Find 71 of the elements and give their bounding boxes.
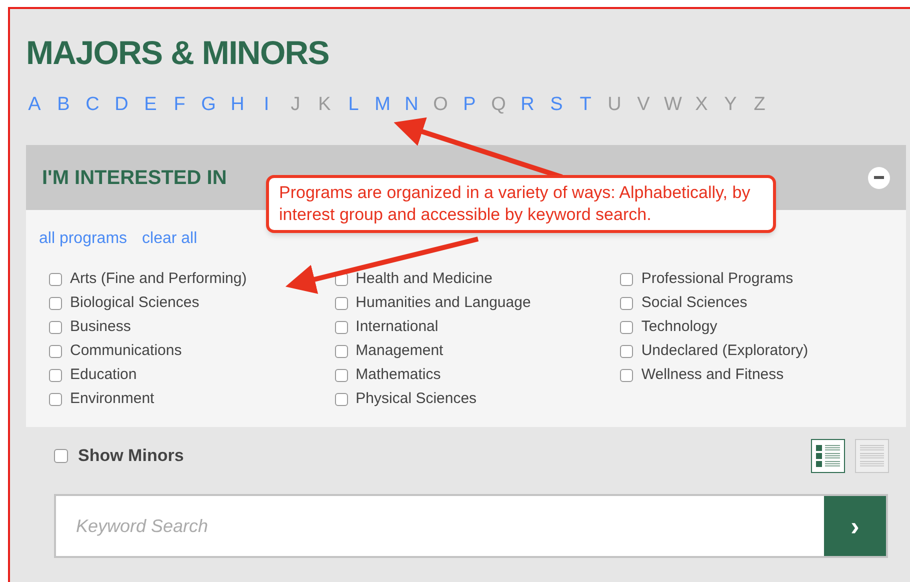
- checkbox-label: Social Sciences: [641, 292, 748, 313]
- checkbox[interactable]: [620, 320, 634, 334]
- checkbox[interactable]: [49, 272, 62, 286]
- checkbox-label: International: [356, 316, 438, 337]
- letter-link: Q: [490, 92, 507, 117]
- checkbox[interactable]: [334, 392, 348, 406]
- letter-link: K: [317, 92, 332, 117]
- letter-link[interactable]: P: [461, 90, 478, 120]
- checkbox-label: Technology: [641, 316, 718, 337]
- callout: Programs are organized in a variety of ways: Alphabetically, by interest group and accessible by keyword search.: [266, 175, 776, 233]
- checkbox-label: Health and Medicine: [356, 268, 492, 289]
- checkbox[interactable]: [49, 368, 62, 382]
- checkbox[interactable]: [49, 296, 62, 310]
- checkbox-label: Mathematics: [356, 364, 441, 385]
- letter-link[interactable]: G: [200, 90, 217, 120]
- letter-link[interactable]: R: [519, 90, 536, 120]
- checkbox-label: Wellness and Fitness: [641, 364, 784, 385]
- letter-link[interactable]: L: [345, 90, 362, 120]
- letter-link: Y: [723, 92, 738, 117]
- letter-link[interactable]: B: [55, 90, 72, 120]
- letter-link[interactable]: D: [113, 90, 130, 120]
- search-field[interactable]: Keyword Search ›: [54, 494, 888, 558]
- filter-link[interactable]: clear all: [142, 227, 198, 251]
- panel-title: I'M INTERESTED IN: [42, 166, 227, 190]
- letter-link: X: [694, 92, 709, 117]
- checkbox-label: Communications: [70, 340, 182, 361]
- filter-link[interactable]: all programs: [39, 227, 128, 251]
- letter-link[interactable]: H: [229, 90, 246, 120]
- checkbox-label: Biological Sciences: [70, 292, 200, 313]
- letter-link[interactable]: F: [171, 90, 188, 120]
- checkbox-label: Arts (Fine and Performing): [70, 268, 247, 289]
- letter-link[interactable]: N: [403, 90, 420, 120]
- checkbox-label: Environment: [70, 388, 154, 409]
- letter-link[interactable]: M: [374, 90, 391, 120]
- checkbox-label: Physical Sciences: [356, 388, 477, 409]
- checkbox[interactable]: [49, 320, 62, 334]
- letter-link[interactable]: I: [258, 90, 275, 120]
- checkbox[interactable]: [334, 320, 348, 334]
- checkbox-label: Education: [70, 364, 137, 385]
- checkbox[interactable]: [620, 272, 634, 286]
- letter-link[interactable]: C: [84, 90, 101, 120]
- checkbox[interactable]: [54, 449, 68, 463]
- checkbox-label: Show Minors: [78, 445, 184, 468]
- letter-link[interactable]: S: [548, 90, 565, 120]
- letter-link[interactable]: A: [26, 90, 43, 120]
- checkbox[interactable]: [620, 296, 634, 310]
- list-view-button[interactable]: [811, 439, 845, 473]
- checkbox[interactable]: [49, 344, 62, 358]
- plain-view-button[interactable]: [855, 439, 889, 473]
- letter-link: O: [432, 92, 449, 117]
- collapse-icon[interactable]: [868, 166, 890, 188]
- checkbox-label: Business: [70, 316, 131, 337]
- page-title: MAJORS & MINORS: [26, 33, 329, 73]
- checkbox[interactable]: [334, 344, 348, 358]
- checkbox[interactable]: [334, 368, 348, 382]
- letter-link[interactable]: E: [142, 90, 159, 120]
- checkbox-label: Professional Programs: [641, 268, 794, 289]
- checkbox[interactable]: [620, 368, 634, 382]
- checkbox-label: Undeclared (Exploratory): [641, 340, 808, 361]
- checkbox-label: Humanities and Language: [356, 292, 531, 313]
- checkbox[interactable]: [49, 392, 62, 406]
- letter-link[interactable]: T: [577, 90, 594, 120]
- checkbox[interactable]: [334, 296, 348, 310]
- checkbox-label: Management: [356, 340, 444, 361]
- letter-link: W: [664, 92, 681, 117]
- letter-link: J: [290, 92, 302, 117]
- letter-link: V: [636, 92, 651, 117]
- letter-link: Z: [752, 92, 766, 117]
- letter-link: U: [606, 92, 622, 117]
- checkbox[interactable]: [620, 344, 634, 358]
- search-button[interactable]: ›: [824, 496, 886, 556]
